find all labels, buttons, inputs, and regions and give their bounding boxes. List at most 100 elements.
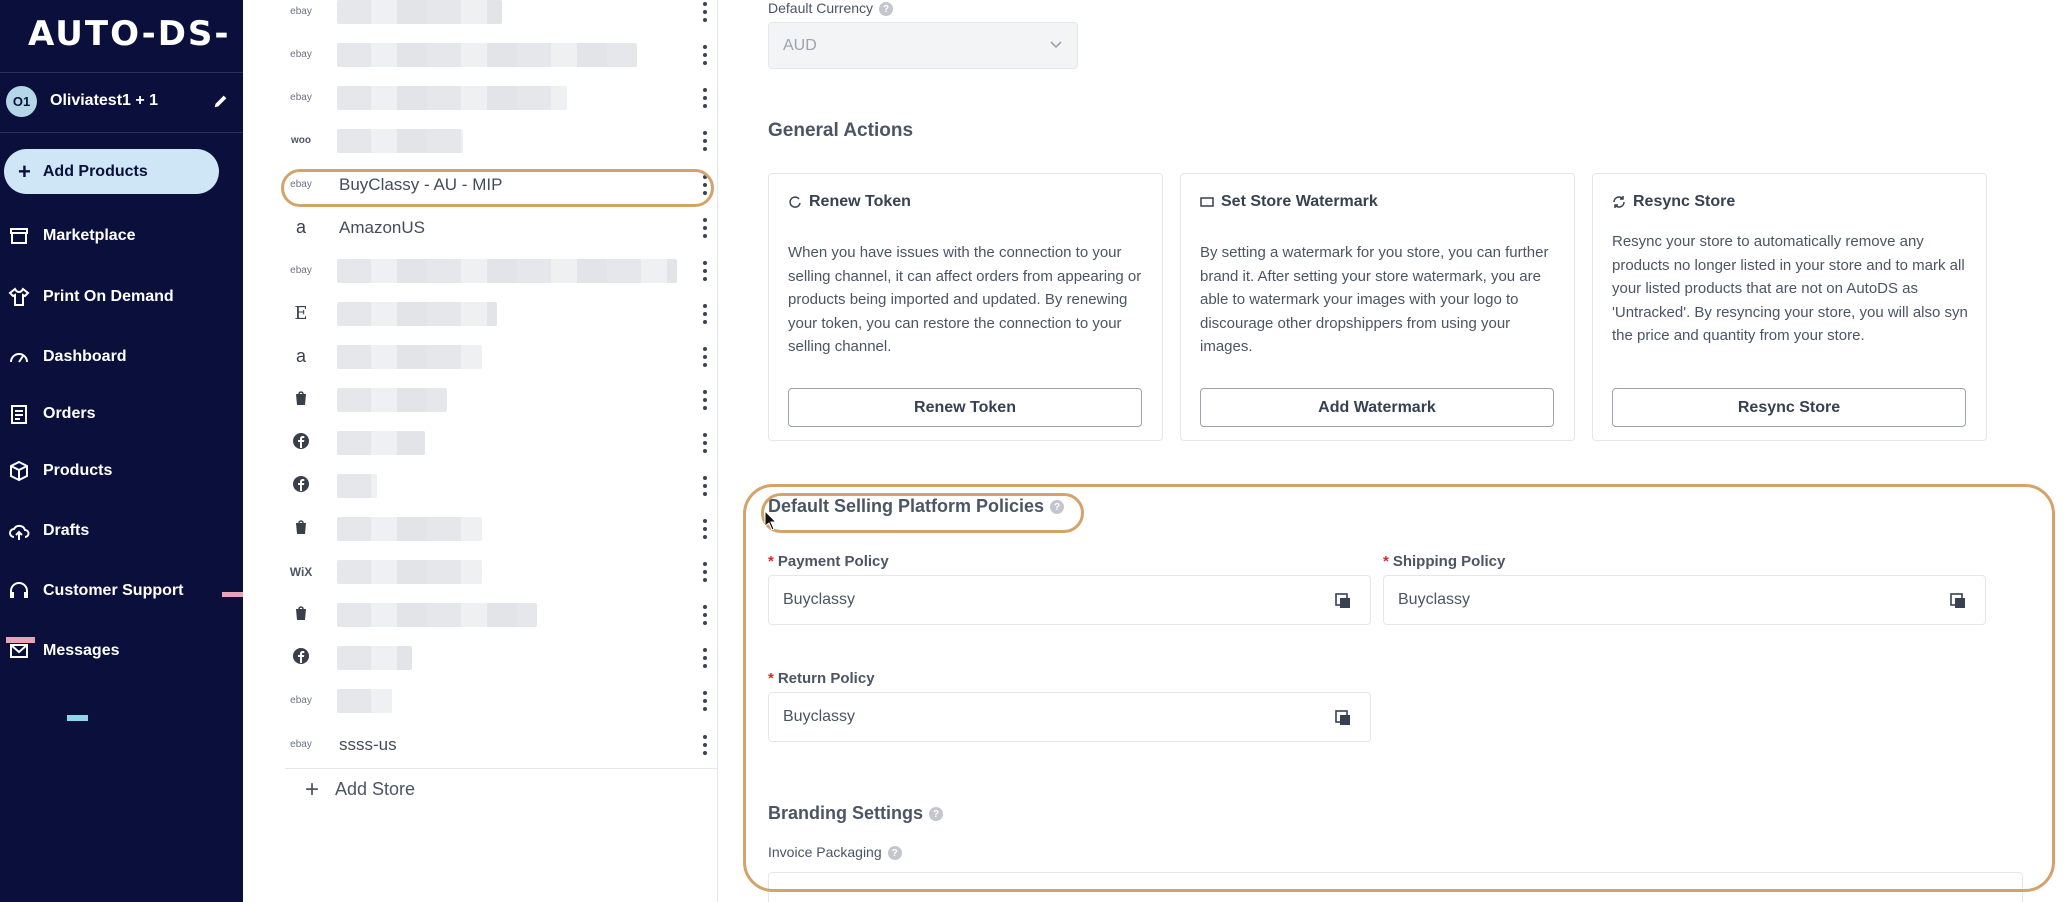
store-name-redacted [337, 387, 447, 412]
add-store-label: Add Store [335, 779, 416, 799]
pencil-icon[interactable] [212, 92, 230, 110]
store-item[interactable] [285, 464, 717, 507]
store-item[interactable]: ebay [285, 0, 717, 33]
cloud-upload-icon [9, 524, 30, 540]
more-options-icon[interactable] [703, 475, 707, 496]
etsy-icon: E [294, 303, 308, 324]
store-name-redacted [337, 688, 392, 713]
store-item[interactable]: ebay [285, 33, 717, 76]
more-options-icon[interactable] [703, 561, 707, 582]
help-icon[interactable]: ? [879, 2, 894, 17]
store-name-redacted [337, 85, 567, 110]
facebook-icon [286, 432, 316, 453]
store-item[interactable]: woo [285, 119, 717, 162]
store-item[interactable]: ebay [285, 679, 717, 722]
more-options-icon[interactable] [703, 303, 707, 324]
store-name-redacted [337, 344, 482, 369]
sidebar-item-dashboard[interactable]: Dashboard [8, 343, 127, 371]
store-item[interactable]: E [285, 292, 717, 335]
image-icon [1200, 197, 1214, 207]
more-options-icon[interactable] [703, 1, 707, 22]
ebay-icon: ebay [290, 92, 312, 103]
plus-icon: + [18, 158, 31, 184]
add-products-label: Add Products [42, 162, 148, 180]
more-options-icon[interactable] [703, 260, 707, 281]
store-item[interactable] [285, 507, 717, 550]
more-options-icon[interactable] [703, 217, 707, 238]
policies-title-highlight [761, 493, 1084, 533]
sidebar-item-label: Dashboard [43, 348, 127, 365]
more-options-icon[interactable] [703, 87, 707, 108]
sidebar: AUTO-DS- O1 Oliviatest1 + 1 + Add Produc… [0, 0, 243, 902]
shopify-icon [286, 518, 316, 539]
notification-marker [222, 592, 243, 597]
add-store-button[interactable]: + Add Store [285, 768, 717, 810]
store-name-redacted [337, 559, 482, 584]
gauge-icon [10, 353, 28, 363]
sidebar-item-drafts[interactable]: Drafts [8, 517, 89, 545]
sidebar-item-customer-support[interactable]: Customer Support [8, 577, 183, 605]
store-settings-panel: Default Currency? AUD General Actions Re… [718, 0, 2064, 902]
sidebar-item-print-on-demand[interactable]: Print On Demand [8, 283, 174, 311]
add-watermark-button[interactable]: Add Watermark [1200, 388, 1554, 427]
renew-token-button[interactable]: Renew Token [788, 388, 1142, 427]
sidebar-item-marketplace[interactable]: Marketplace [8, 222, 136, 250]
autods-logo[interactable]: AUTO-DS- [28, 14, 231, 54]
store-list: ebay ebay ebay woo ebay BuyClassy - AU -… [285, 0, 717, 902]
shopify-icon [286, 389, 316, 410]
default-currency-value: AUD [783, 36, 817, 54]
store-item[interactable]: a AmazonUS [285, 206, 717, 249]
account-name: Oliviatest1 + 1 [50, 92, 159, 109]
more-options-icon[interactable] [703, 130, 707, 151]
more-options-icon[interactable] [703, 604, 707, 625]
card-title: Resync Store [1612, 193, 1735, 211]
sidebar-item-label: Customer Support [43, 582, 184, 599]
sidebar-item-messages[interactable]: Messages [8, 637, 120, 665]
card-description: Resync your store to automatically remov… [1612, 233, 1968, 344]
sidebar-item-orders[interactable]: Orders [8, 400, 95, 428]
store-name-redacted [337, 0, 502, 24]
sidebar-item-label: Drafts [43, 522, 90, 539]
more-options-icon[interactable] [703, 44, 707, 65]
store-item[interactable]: ebay [285, 76, 717, 119]
store-item[interactable] [285, 593, 717, 636]
sidebar-divider [0, 132, 243, 133]
sidebar-item-products[interactable]: Products [8, 457, 112, 485]
store-name-redacted [337, 473, 377, 498]
store-item[interactable] [285, 378, 717, 421]
ebay-icon: ebay [290, 49, 312, 60]
more-options-icon[interactable] [703, 432, 707, 453]
store-name: AmazonUS [339, 217, 425, 237]
sidebar-item-label: Products [43, 462, 113, 479]
scroll-marker [67, 715, 88, 721]
more-options-icon[interactable] [703, 346, 707, 367]
card-description: When you have issues with the connection… [788, 244, 1142, 355]
store-item[interactable]: ebay ssss-us [285, 723, 717, 766]
mail-icon [10, 644, 28, 658]
facebook-icon [286, 647, 316, 668]
resync-store-button[interactable]: Resync Store [1612, 388, 1966, 427]
account-switcher[interactable]: O1 Oliviatest1 + 1 [6, 85, 236, 117]
store-name-redacted [337, 128, 463, 153]
store-item[interactable] [285, 421, 717, 464]
store-item[interactable]: ebay [285, 249, 717, 292]
more-options-icon[interactable] [703, 518, 707, 539]
store-name-redacted [337, 602, 537, 627]
more-options-icon[interactable] [703, 734, 707, 755]
more-options-icon[interactable] [703, 690, 707, 711]
sidebar-item-label: Marketplace [43, 227, 136, 244]
store-item[interactable]: WiX [285, 550, 717, 593]
plus-icon: + [305, 775, 320, 803]
store-name-redacted [337, 301, 497, 326]
woocommerce-icon: woo [291, 135, 311, 146]
more-options-icon[interactable] [703, 389, 707, 410]
default-currency-select[interactable]: AUD [768, 22, 1078, 69]
sync-icon [1613, 196, 1625, 208]
add-products-button[interactable]: + Add Products [4, 149, 219, 194]
policies-highlight [743, 484, 2055, 892]
watermark-card: Set Store Watermark By setting a waterma… [1180, 173, 1575, 441]
store-item[interactable]: a [285, 335, 717, 378]
store-item[interactable] [285, 636, 717, 679]
more-options-icon[interactable] [703, 647, 707, 668]
sidebar-divider [0, 72, 243, 73]
